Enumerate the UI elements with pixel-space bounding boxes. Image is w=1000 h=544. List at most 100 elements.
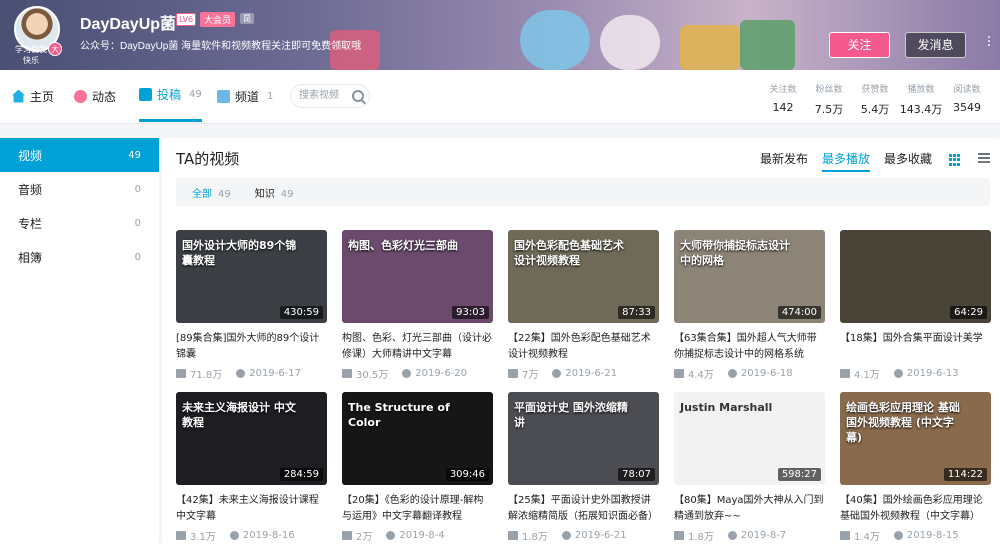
video-thumbnail[interactable]: The Structure of Color 309:46 <box>342 392 493 485</box>
sort-most-favorited[interactable]: 最多收藏 <box>884 150 932 172</box>
gift-box-decoration <box>740 20 795 70</box>
video-thumbnail[interactable]: Justin Marshall 598:27 <box>674 392 825 485</box>
play-count: 3.1万 <box>190 532 216 543</box>
search-input[interactable]: 搜索视频 <box>290 84 370 108</box>
thumbnail-caption: 绘画色彩应用理论 基础国外视频教程 (中文字幕) <box>846 401 960 444</box>
video-title[interactable]: 【25集】平面设计史外国教授讲解浓缩精简版（拓展知识面必备） <box>508 493 659 525</box>
list-view-icon[interactable] <box>978 153 990 165</box>
play-count-icon <box>508 369 518 378</box>
video-card[interactable]: 大师带你捕捉标志设计中的网格 474:00 【63集合集】国外超人气大师带你捕捉标志… <box>674 230 825 381</box>
stat-label: 关注数 <box>769 84 797 94</box>
sidebar-item-label: 音频 <box>18 182 43 197</box>
video-card[interactable]: 64:29 【18集】国外合集平面设计美学 4.1万 2019-6-13 <box>840 230 991 381</box>
video-card[interactable]: 绘画色彩应用理论 基础国外视频教程 (中文字幕) 114:22 【40集】国外绘画色… <box>840 392 991 543</box>
video-title[interactable]: 【18集】国外合集平面设计美学 <box>840 331 991 363</box>
filter-label: 知识 <box>254 188 275 200</box>
stat-likes: 获赞数 5.4万 <box>852 82 898 117</box>
sidebar-item-count: 49 <box>128 149 141 161</box>
stat-label: 阅读数 <box>953 84 981 94</box>
tab-label: 主页 <box>30 89 55 104</box>
duration-badge: 64:29 <box>950 306 987 319</box>
play-count-icon <box>176 531 186 540</box>
grid-view-icon[interactable] <box>949 154 961 166</box>
video-title[interactable]: 构图、色彩、灯光三部曲（设计必修课）大师精讲中文字幕 <box>342 331 493 363</box>
video-card[interactable]: 构图、色彩灯光三部曲 93:03 构图、色彩、灯光三部曲（设计必修课）大师精讲中文字… <box>342 230 493 381</box>
video-thumbnail[interactable]: 大师带你捕捉标志设计中的网格 474:00 <box>674 230 825 323</box>
play-count: 1.8万 <box>688 532 714 543</box>
tab-uploads[interactable]: 投稿 49 <box>139 70 202 122</box>
video-thumbnail[interactable]: 国外色彩配色基础艺术设计视频教程 87:33 <box>508 230 659 323</box>
video-meta: 1.8万 2019-8-7 <box>674 528 825 543</box>
video-thumbnail[interactable]: 绘画色彩应用理论 基础国外视频教程 (中文字幕) 114:22 <box>840 392 991 485</box>
sidebar-item-albums[interactable]: 相簿 0 <box>0 240 159 274</box>
duration-badge: 87:33 <box>618 306 655 319</box>
tab-label: 动态 <box>92 89 117 104</box>
play-count: 1.4万 <box>854 532 880 543</box>
stat-following[interactable]: 关注数 142 <box>760 82 806 114</box>
video-thumbnail[interactable]: 64:29 <box>840 230 991 323</box>
clock-icon <box>229 531 239 540</box>
sidebar-item-articles[interactable]: 专栏 0 <box>0 206 159 240</box>
video-meta: 71.8万 2019-6-17 <box>176 366 327 381</box>
filter-knowledge[interactable]: 知识 49 <box>255 185 294 200</box>
more-options-icon[interactable]: · · · <box>986 31 992 53</box>
video-title[interactable]: 【63集合集】国外超人气大师带你捕捉标志设计中的网格系统 <box>674 331 825 363</box>
video-title[interactable]: 【22集】国外色彩配色基础艺术设计视频教程 <box>508 331 659 363</box>
sidebar-item-audio[interactable]: 音频 0 <box>0 172 159 206</box>
video-card[interactable]: 国外色彩配色基础艺术设计视频教程 87:33 【22集】国外色彩配色基础艺术设计视频… <box>508 230 659 381</box>
upload-date: 2019-6-17 <box>249 368 302 379</box>
content-type-sidebar: 视频 49 音频 0 专栏 0 相簿 0 <box>0 138 159 544</box>
video-card[interactable]: 国外设计大师的89个锦囊教程 430:59 [89集合集]国外大师的89个设计锦囊 7… <box>176 230 327 381</box>
anime-character-decoration <box>520 10 590 70</box>
level-badge[interactable]: LV6 <box>176 13 197 26</box>
stat-value: 143.4万 <box>899 103 943 116</box>
video-title[interactable]: 【80集】Maya国外大神从入门到精通到放弃~~ <box>674 493 825 525</box>
play-count-icon <box>840 531 850 540</box>
stat-plays: 播放数 143.4万 <box>898 82 944 117</box>
follow-button[interactable]: 关注 <box>829 32 890 58</box>
upload-date: 2019-6-13 <box>906 368 959 379</box>
video-title[interactable]: 【20集】《色彩的设计原理-解构与运用》中文字幕翻译教程 <box>342 493 493 525</box>
duration-badge: 114:22 <box>943 468 987 481</box>
stat-followers[interactable]: 粉丝数 7.5万 <box>806 82 852 117</box>
send-message-button[interactable]: 发消息 <box>905 32 966 58</box>
sidebar-item-count: 0 <box>134 183 141 195</box>
video-thumbnail[interactable]: 构图、色彩灯光三部曲 93:03 <box>342 230 493 323</box>
tab-home[interactable]: 主页 <box>12 70 54 122</box>
video-title[interactable]: [89集合集]国外大师的89个设计锦囊 <box>176 331 327 363</box>
video-card[interactable]: 平面设计史 国外浓缩精讲 78:07 【25集】平面设计史外国教授讲解浓缩精简版（拓… <box>508 392 659 543</box>
video-card[interactable]: 未来主义海报设计 中文教程 284:59 【42集】未来主义海报设计课程 中文字幕 3… <box>176 392 327 543</box>
sort-most-played[interactable]: 最多播放 <box>822 150 871 172</box>
play-count: 1.8万 <box>522 532 548 543</box>
upload-date: 2019-8-15 <box>906 530 959 541</box>
play-count-icon <box>674 531 684 540</box>
play-count-icon <box>508 531 518 540</box>
sort-latest[interactable]: 最新发布 <box>760 150 808 172</box>
video-card[interactable]: Justin Marshall 598:27 【80集】Maya国外大神从入门到精通… <box>674 392 825 543</box>
vip-badge[interactable]: 大会员 <box>200 12 236 27</box>
video-card[interactable]: The Structure of Color 309:46 【20集】《色彩的设计原… <box>342 392 493 543</box>
stat-label: 播放数 <box>907 84 935 94</box>
search-icon[interactable] <box>352 90 364 102</box>
tab-label: 投稿 <box>157 88 182 102</box>
video-title[interactable]: 【42集】未来主义海报设计课程 中文字幕 <box>176 493 327 525</box>
video-thumbnail[interactable]: 未来主义海报设计 中文教程 284:59 <box>176 392 327 485</box>
video-meta: 1.8万 2019-6-21 <box>508 528 659 543</box>
thumbnail-caption: 未来主义海报设计 中文教程 <box>182 401 296 429</box>
tab-channel[interactable]: 频道 1 <box>217 70 273 122</box>
video-title[interactable]: 【40集】国外绘画色彩应用理论 基础国外视频教程（中文字幕） <box>840 493 991 525</box>
video-meta: 4.4万 2019-6-18 <box>674 366 825 381</box>
thumbnail-caption: Justin Marshall <box>680 401 773 414</box>
clock-icon <box>561 531 571 540</box>
sort-options: 最新发布 最多播放 最多收藏 <box>760 150 932 172</box>
duration-badge: 78:07 <box>618 468 655 481</box>
upload-date: 2019-8-7 <box>740 530 787 541</box>
filter-all[interactable]: 全部 49 <box>192 185 231 200</box>
video-thumbnail[interactable]: 国外设计大师的89个锦囊教程 430:59 <box>176 230 327 323</box>
play-count: 2万 <box>356 532 373 543</box>
tab-dynamic[interactable]: 动态 <box>74 70 116 122</box>
video-thumbnail[interactable]: 平面设计史 国外浓缩精讲 78:07 <box>508 392 659 485</box>
video-upload-icon <box>139 88 152 101</box>
sidebar-item-video[interactable]: 视频 49 <box>0 138 159 172</box>
gift-box-decoration <box>680 25 740 70</box>
